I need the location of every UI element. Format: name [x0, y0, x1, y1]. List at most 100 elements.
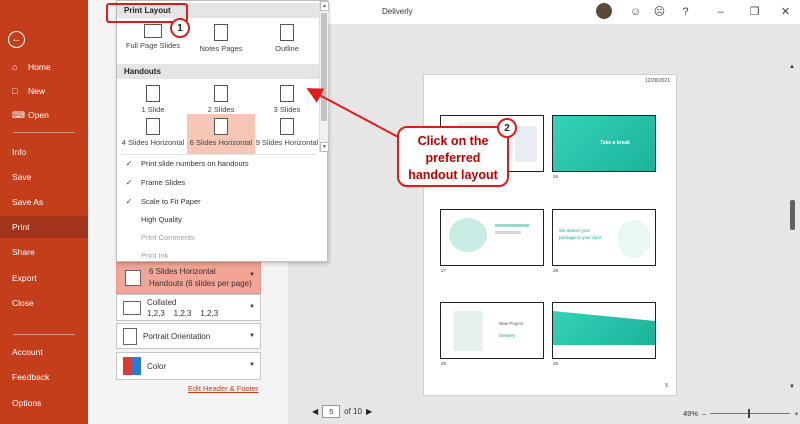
- scroll-thumb[interactable]: [790, 200, 795, 230]
- sidebar-item-new[interactable]: □ New: [0, 80, 88, 102]
- slide-illustration: [617, 220, 651, 258]
- sidebar-item-home[interactable]: ⌂ Home: [0, 56, 88, 78]
- slide-illustration: [449, 218, 487, 252]
- back-arrow-icon[interactable]: ←: [8, 31, 25, 48]
- sidebar-item-label: Home: [28, 62, 51, 72]
- handout-6-slides-horizontal[interactable]: 6 Slides Horizontal: [187, 114, 255, 154]
- sidebar-item-share[interactable]: Share: [0, 241, 88, 263]
- sidebar-divider: [13, 334, 75, 335]
- layout-outline[interactable]: Outline: [253, 20, 321, 60]
- two-slides-icon: [214, 85, 228, 102]
- scroll-up-icon[interactable]: ▲: [320, 1, 329, 11]
- zoom-slider-thumb[interactable]: [748, 409, 751, 418]
- slide-text-line: [495, 231, 521, 234]
- annotation-callout: Click on the preferred handout layout: [397, 126, 509, 187]
- layout-label: Notes Pages: [199, 44, 243, 53]
- slide-thumbnail-26: Take a break: [552, 115, 656, 172]
- callout-line: preferred: [425, 151, 481, 165]
- frown-icon[interactable]: ☹: [652, 4, 667, 19]
- zoom-out-icon[interactable]: –: [702, 409, 706, 418]
- layout-label: 2 Slides: [207, 105, 235, 114]
- sidebar-item-label: Save As: [12, 197, 44, 207]
- sidebar-item-info[interactable]: Info: [0, 141, 88, 163]
- slide-number: 30: [553, 361, 559, 366]
- option-print-slide-numbers[interactable]: ✓ Print slide numbers on handouts: [117, 154, 317, 172]
- slide-title-line1: We deliver your: [559, 228, 591, 233]
- chevron-down-icon: ▼: [249, 333, 255, 339]
- collation-select[interactable]: Collated 1,2,3 1,2,3 1,2,3 ▼: [116, 294, 261, 321]
- scroll-down-icon[interactable]: ▼: [320, 142, 329, 152]
- collated-pages-icon: [123, 300, 141, 315]
- slide-title: Take a break: [600, 140, 630, 146]
- layout-label: 4 Slides Horizontal: [121, 138, 185, 147]
- orientation-label: Portrait Orientation: [143, 331, 211, 341]
- page-number: 5: [665, 383, 668, 389]
- sidebar-item-account[interactable]: Account: [0, 341, 88, 363]
- sidebar-item-label: Feedback: [12, 372, 50, 382]
- option-scale-to-fit[interactable]: ✓ Scale to Fit Paper: [117, 192, 317, 210]
- sidebar-item-close[interactable]: Close: [0, 292, 88, 314]
- close-icon[interactable]: ✕: [778, 4, 793, 19]
- zoom-level[interactable]: 49%: [683, 409, 698, 418]
- handouts-header: Handouts: [117, 64, 319, 79]
- dropdown-scrollbar[interactable]: ▲ ▼: [319, 1, 329, 152]
- sidebar-item-print[interactable]: Print: [0, 216, 88, 238]
- help-icon[interactable]: ?: [678, 4, 693, 19]
- page-total: of 10: [344, 407, 362, 416]
- full-page-slides-icon: [144, 24, 162, 38]
- edit-header-footer-link[interactable]: Edit Header & Footer: [188, 384, 258, 393]
- checkmark-icon: ✓: [125, 158, 133, 168]
- option-print-ink: Print Ink: [117, 246, 317, 264]
- slide-title-line2: package to your door: [559, 235, 602, 240]
- handout-9-slides-horizontal[interactable]: 9 Slides Horizontal: [253, 114, 321, 154]
- scroll-thumb[interactable]: [321, 13, 327, 121]
- option-frame-slides[interactable]: ✓ Frame Slides: [117, 173, 317, 191]
- handout-layout-select[interactable]: 6 Slides Horizontal Handouts (6 slides p…: [116, 262, 261, 294]
- option-label: Frame Slides: [141, 177, 186, 187]
- sidebar-divider: [13, 132, 75, 133]
- folder-icon: ⌨: [12, 109, 25, 120]
- current-page-input[interactable]: 5: [322, 405, 341, 418]
- slide-number: 28: [553, 268, 559, 273]
- layout-notes-pages[interactable]: Notes Pages: [187, 20, 255, 60]
- slide-text-line: [495, 224, 529, 227]
- restore-icon[interactable]: ❐: [747, 4, 762, 19]
- color-swatch-icon: [123, 357, 141, 375]
- sidebar-item-label: Share: [12, 247, 35, 257]
- zoom-in-icon[interactable]: +: [794, 409, 798, 418]
- page-navigator: ◀ 5 of 10 ▶: [312, 405, 372, 418]
- four-slides-icon: [146, 118, 160, 135]
- sidebar-item-save-as[interactable]: Save As: [0, 191, 88, 213]
- sidebar-item-save[interactable]: Save: [0, 166, 88, 188]
- previous-page-icon[interactable]: ◀: [312, 407, 318, 416]
- sidebar-item-options[interactable]: Options: [0, 392, 88, 414]
- sidebar-item-label: Account: [12, 347, 43, 357]
- callout-line: Click on the: [417, 134, 489, 148]
- chevron-down-icon: ▼: [249, 304, 255, 310]
- next-page-icon[interactable]: ▶: [366, 407, 372, 416]
- preview-page: 12/28/2021 2 5 Take a break 26 27 We deli…: [423, 74, 677, 396]
- scroll-up-icon[interactable]: ▲: [789, 64, 795, 70]
- zoom-control: 49% – + ⨁: [683, 409, 800, 418]
- sidebar-item-open[interactable]: ⌨ Open: [0, 104, 88, 126]
- preview-scrollbar[interactable]: ▲ ▼: [786, 40, 800, 400]
- smiley-icon[interactable]: ☺: [628, 4, 643, 19]
- minimize-icon[interactable]: –: [713, 4, 728, 19]
- handout-4-slides-horizontal[interactable]: 4 Slides Horizontal: [119, 114, 187, 154]
- scroll-down-icon[interactable]: ▼: [789, 384, 795, 390]
- print-layout-dropdown: Print Layout Full Page Slides Notes Page…: [116, 0, 329, 264]
- nine-slides-icon: [280, 118, 294, 135]
- document-title: Deliverly: [382, 7, 413, 16]
- layout-label: Full Page Slides: [125, 41, 181, 50]
- sidebar-item-export[interactable]: Export: [0, 267, 88, 289]
- orientation-select[interactable]: Portrait Orientation ▼: [116, 323, 261, 349]
- one-slide-icon: [146, 85, 160, 102]
- sidebar-item-label: Open: [28, 110, 49, 120]
- color-select[interactable]: Color ▼: [116, 352, 261, 380]
- avatar[interactable]: [596, 3, 612, 19]
- annotation-badge-1: 1: [170, 18, 190, 38]
- zoom-slider[interactable]: [710, 409, 791, 418]
- callout-line: handout layout: [408, 168, 498, 182]
- sidebar-item-feedback[interactable]: Feedback: [0, 366, 88, 388]
- option-high-quality[interactable]: High Quality: [117, 210, 317, 228]
